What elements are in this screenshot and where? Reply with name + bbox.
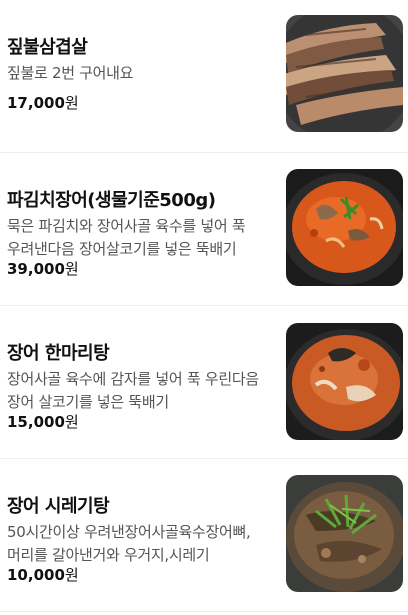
- price-value: 39,000: [7, 260, 65, 278]
- menu-item-green-onion-eel[interactable]: 파김치장어(생물기준500g) 묵은 파김치와 장어사골 육수를 넣어 푹 우려…: [0, 153, 408, 306]
- eel-stew-image: [286, 169, 403, 286]
- menu-item-price: 15,000원: [7, 411, 79, 432]
- menu-item-title: 장어 한마리탕: [7, 343, 110, 364]
- menu-item-title: 장어 시레기탕: [7, 496, 110, 517]
- menu-item-price: 17,000원: [7, 92, 79, 113]
- price-value: 15,000: [7, 413, 65, 431]
- menu-item-description: 50시간이상 우려낸장어사골육수장어뼈,머리를 갈아낸거와 우거지,시레기: [7, 523, 251, 564]
- menu-item-pork-belly[interactable]: 짚불삼겹살 짚불로 2번 구어내요 17,000원: [0, 0, 408, 153]
- price-currency: 원: [64, 260, 79, 278]
- menu-item-price: 10,000원: [7, 564, 79, 585]
- menu-item-description: 장어사골 육수에 감자를 넣어 푹 우린다음 장어 살코기를 넣은 뚝배기: [7, 370, 259, 411]
- menu-item-description: 묵은 파김치와 장어사골 육수를 넣어 푹 우려낸다음 장어살코기를 넣은 뚝배…: [7, 217, 246, 258]
- menu-item-title: 짚불삼겹살: [7, 37, 88, 58]
- menu-list: 짚불삼겹살 짚불로 2번 구어내요 17,000원 파김치장어(생물기준500g…: [0, 0, 408, 612]
- menu-item-title: 파김치장어(생물기준500g): [7, 190, 216, 211]
- grilled-pork-belly-image: [286, 15, 403, 132]
- price-value: 17,000: [7, 94, 65, 112]
- price-currency: 원: [64, 94, 79, 112]
- menu-item-price: 39,000원: [7, 258, 79, 279]
- siraegi-soup-image: [286, 475, 403, 592]
- price-currency: 원: [64, 566, 79, 584]
- menu-item-description: 짚불로 2번 구어내요: [7, 64, 134, 82]
- eel-soup-image: [286, 323, 403, 440]
- price-value: 10,000: [7, 566, 65, 584]
- menu-item-siraegi-eel-soup[interactable]: 장어 시레기탕 50시간이상 우려낸장어사골육수장어뼈,머리를 갈아낸거와 우거…: [0, 459, 408, 612]
- price-currency: 원: [64, 413, 79, 431]
- menu-item-whole-eel-soup[interactable]: 장어 한마리탕 장어사골 육수에 감자를 넣어 푹 우린다음 장어 살코기를 넣…: [0, 306, 408, 459]
